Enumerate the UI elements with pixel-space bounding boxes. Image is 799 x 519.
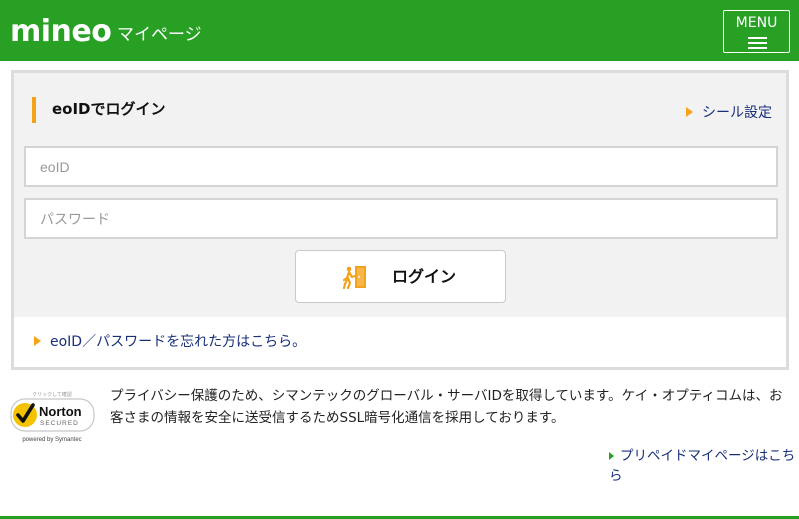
- title-accent-bar: [32, 97, 36, 123]
- login-panel: eoIDでログイン シール設定 ログイン eoID／パスワードを忘れた方はこちら…: [11, 70, 789, 370]
- forgot-area: eoID／パスワードを忘れた方はこちら。: [14, 317, 786, 367]
- header-subtitle: マイページ: [117, 25, 202, 45]
- login-panel-title: eoIDでログイン: [52, 100, 166, 118]
- norton-badge-powered: powered by Symantec: [22, 437, 81, 443]
- triangle-right-icon: [609, 452, 614, 460]
- norton-badge-name: Norton: [39, 404, 82, 419]
- triangle-right-icon: [34, 336, 41, 346]
- hamburger-icon: [748, 37, 767, 49]
- forgot-password-link[interactable]: eoID／パスワードを忘れた方はこちら。: [34, 332, 306, 352]
- norton-secured-badge[interactable]: クリックして確認 Norton SECURED powered by Syman…: [8, 390, 96, 445]
- triangle-right-icon: [686, 107, 693, 117]
- password-input[interactable]: [24, 198, 778, 239]
- menu-label: MENU: [735, 15, 778, 31]
- seal-settings-link[interactable]: シール設定: [686, 103, 772, 123]
- norton-badge-top-text: クリックして確認: [32, 391, 72, 398]
- norton-badge-secured: SECURED: [40, 420, 79, 427]
- eoid-input[interactable]: [24, 146, 778, 187]
- door-exit-icon: [343, 266, 366, 290]
- forgot-password-label: eoID／パスワードを忘れた方はこちら。: [50, 334, 307, 350]
- prepaid-link-label: プリペイドマイページはこちら: [609, 448, 796, 484]
- mineo-logo[interactable]: mineo: [10, 14, 112, 50]
- login-button[interactable]: ログイン: [295, 250, 506, 303]
- seal-settings-label: シール設定: [702, 105, 772, 121]
- ssl-notice-text: プライバシー保護のため、シマンテックのグローバル・サーバIDを取得しています。ケ…: [110, 388, 783, 426]
- login-button-label: ログイン: [392, 267, 457, 286]
- header-bar: mineo マイページ MENU: [0, 0, 799, 61]
- menu-button[interactable]: MENU: [723, 10, 790, 53]
- prepaid-mypage-link[interactable]: プリペイドマイページはこちら: [609, 446, 799, 486]
